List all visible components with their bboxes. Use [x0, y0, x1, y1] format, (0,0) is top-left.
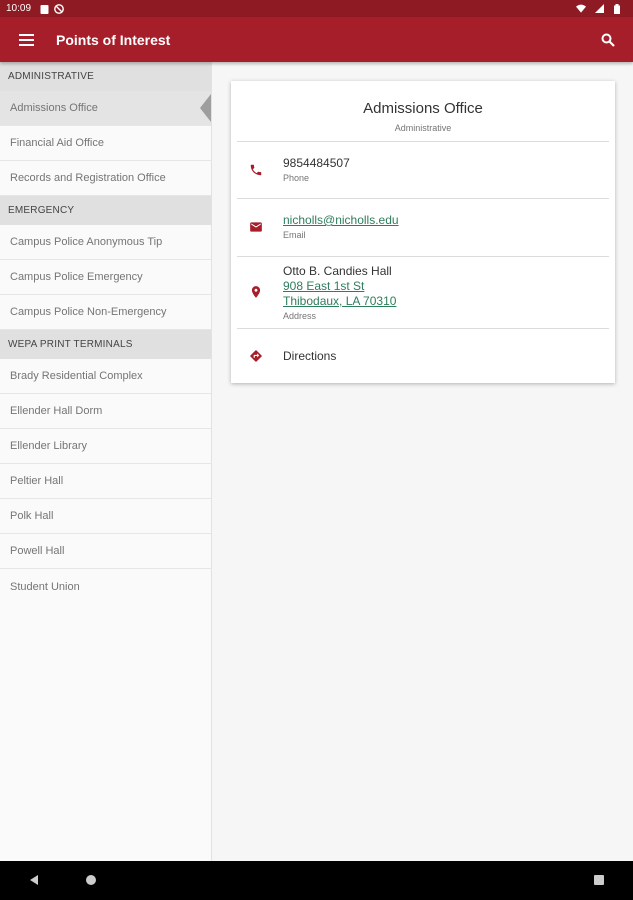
detail-title: Admissions Office [363, 100, 483, 117]
email-link[interactable]: nicholls@nicholls.edu [283, 213, 609, 228]
clipboard-icon [39, 4, 49, 14]
list-item-peltier-hall[interactable]: Peltier Hall [0, 464, 211, 499]
address-street-link[interactable]: 908 East 1st St [283, 279, 609, 294]
recents-icon[interactable] [594, 875, 604, 885]
phone-label: Phone [283, 173, 310, 183]
list-item-ellender-library[interactable]: Ellender Library [0, 429, 211, 464]
home-icon[interactable] [86, 875, 96, 885]
list-item-label: Ellender Hall Dorm [10, 405, 103, 417]
list-item-label: Student Union [10, 580, 80, 593]
list-item-student-union[interactable]: Student Union [0, 569, 211, 604]
list-item-label: Ellender Library [10, 440, 88, 452]
no-entry-icon [54, 3, 64, 14]
list-item-label: Brady Residential Complex [10, 370, 143, 382]
email-label: Email [283, 230, 306, 240]
location-pin-icon [251, 286, 261, 298]
address-city-link[interactable]: Thibodaux, LA 70310 [283, 294, 609, 309]
battery-icon [612, 3, 622, 14]
detail-header: Admissions Office Administrative [237, 81, 609, 142]
wifi-icon [576, 4, 586, 14]
list-item-ellender-hall-dorm[interactable]: Ellender Hall Dorm [0, 394, 211, 429]
phone-number: 9854484507 [283, 156, 350, 170]
email-row: nicholls@nicholls.edu Email [237, 199, 609, 257]
list-item-police-emergency[interactable]: Campus Police Emergency [0, 260, 211, 295]
list-item-label: Financial Aid Office [10, 137, 104, 149]
menu-button[interactable] [0, 17, 52, 62]
list-item-label: Campus Police Emergency [10, 271, 143, 283]
directions-row[interactable]: Directions [237, 329, 609, 383]
address-building: Otto B. Candies Hall [283, 264, 392, 278]
app-bar: Points of Interest [0, 17, 633, 62]
status-bar: 10:09 [0, 0, 633, 17]
list-item-polk-hall[interactable]: Polk Hall [0, 499, 211, 534]
list-item-police-anonymous-tip[interactable]: Campus Police Anonymous Tip [0, 225, 211, 260]
section-header-emergency: EMERGENCY [0, 196, 211, 225]
list-item-label: Campus Police Non-Emergency [10, 306, 167, 318]
list-item-police-non-emergency[interactable]: Campus Police Non-Emergency [0, 295, 211, 330]
system-nav-bar [0, 861, 633, 900]
address-row: Otto B. Candies Hall 908 East 1st St Thi… [237, 257, 609, 329]
search-icon [601, 33, 615, 47]
back-icon[interactable] [30, 875, 38, 885]
list-item-powell-hall[interactable]: Powell Hall [0, 534, 211, 569]
directions-icon [250, 350, 262, 362]
list-item-label: Polk Hall [10, 510, 54, 522]
signal-icon [594, 4, 604, 14]
phone-icon [250, 164, 262, 176]
list-item-admissions-office[interactable]: Admissions Office [0, 91, 211, 126]
address-label: Address [283, 311, 317, 321]
list-item-brady-residential[interactable]: Brady Residential Complex [0, 359, 211, 394]
list-item-label: Powell Hall [10, 545, 65, 557]
list-item-label: Peltier Hall [10, 475, 64, 487]
poi-sidebar: ADMINISTRATIVE Admissions Office Financi… [0, 62, 212, 861]
search-button[interactable] [583, 17, 633, 62]
section-header-administrative: ADMINISTRATIVE [0, 62, 211, 91]
section-header-wepa: WEPA PRINT TERMINALS [0, 330, 211, 359]
list-item-records-registration[interactable]: Records and Registration Office [0, 161, 211, 196]
directions-label: Directions [283, 349, 337, 363]
poi-detail-card: Admissions Office Administrative 9854484… [231, 81, 615, 383]
list-item-label: Campus Police Anonymous Tip [10, 236, 163, 248]
email-icon [250, 222, 262, 232]
list-item-label: Admissions Office [10, 102, 98, 114]
list-item-label: Records and Registration Office [10, 172, 166, 184]
app-title: Points of Interest [56, 31, 171, 48]
list-item-financial-aid-office[interactable]: Financial Aid Office [0, 126, 211, 161]
hamburger-menu-icon [18, 33, 34, 46]
status-time: 10:09 [6, 3, 32, 14]
detail-category: Administrative [394, 123, 452, 133]
selection-indicator [200, 94, 211, 122]
phone-row[interactable]: 9854484507 Phone [237, 142, 609, 199]
